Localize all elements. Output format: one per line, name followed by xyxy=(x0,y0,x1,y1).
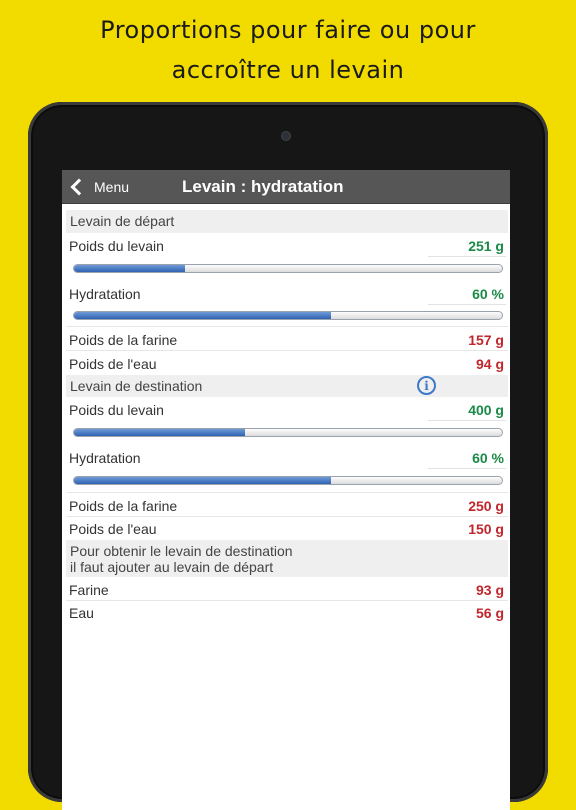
start-water-value: 94 g xyxy=(475,356,504,372)
camera-icon xyxy=(282,132,290,140)
target-hydration-value[interactable]: 60 % xyxy=(472,450,504,466)
add-header-line-1: Pour obtenir le levain de destination xyxy=(70,543,293,559)
start-flour-label: Poids de la farine xyxy=(69,332,178,348)
back-label: Menu xyxy=(94,178,130,195)
value-underline xyxy=(428,304,506,305)
value-underline xyxy=(428,468,506,469)
slider-fill xyxy=(74,429,246,436)
target-flour-value: 250 g xyxy=(468,498,504,514)
add-water-value: 56 g xyxy=(475,605,504,621)
divider xyxy=(66,492,508,493)
headline-line-2: accroître un levain xyxy=(171,56,405,84)
start-weight-slider[interactable] xyxy=(73,264,503,273)
target-flour-label: Poids de la farine xyxy=(69,498,178,514)
section-header-target: Levain de destination xyxy=(66,375,508,397)
start-water-label: Poids de l'eau xyxy=(69,356,157,372)
start-flour-value: 157 g xyxy=(468,332,504,348)
headline-line-1: Proportions pour faire ou pour xyxy=(100,16,476,44)
back-button[interactable]: Menu xyxy=(68,170,129,203)
tablet-frame: Menu Levain : hydratation Levain de dépa… xyxy=(28,102,548,810)
value-underline xyxy=(428,420,506,421)
page-title: Levain : hydratation xyxy=(182,177,344,196)
start-weight-value[interactable]: 251 g xyxy=(468,238,504,254)
add-flour-label: Farine xyxy=(69,582,109,598)
target-hydration-slider[interactable] xyxy=(73,476,503,485)
target-water-value: 150 g xyxy=(468,521,504,537)
chevron-left-icon xyxy=(70,178,88,195)
start-hydration-slider[interactable] xyxy=(73,311,503,320)
slider-fill xyxy=(74,477,331,484)
target-weight-label: Poids du levain xyxy=(69,402,164,418)
value-underline xyxy=(428,256,506,257)
add-flour-value: 93 g xyxy=(475,582,504,598)
start-weight-label: Poids du levain xyxy=(69,238,164,254)
start-hydration-label: Hydratation xyxy=(69,286,141,302)
target-weight-slider[interactable] xyxy=(73,428,503,437)
target-water-label: Poids de l'eau xyxy=(69,521,157,537)
navigation-bar: Menu Levain : hydratation xyxy=(62,170,510,204)
divider xyxy=(66,516,508,517)
add-water-label: Eau xyxy=(69,605,94,621)
slider-fill xyxy=(74,265,186,272)
add-header-line-2: il faut ajouter au levain de départ xyxy=(70,559,274,575)
divider xyxy=(66,350,508,351)
target-hydration-label: Hydratation xyxy=(69,450,141,466)
divider xyxy=(66,600,508,601)
app-screen: Menu Levain : hydratation Levain de dépa… xyxy=(62,170,510,810)
divider xyxy=(66,326,508,327)
start-hydration-value[interactable]: 60 % xyxy=(472,286,504,302)
section-header-start: Levain de départ xyxy=(66,210,508,233)
slider-fill xyxy=(74,312,331,319)
info-icon[interactable]: i xyxy=(417,376,436,395)
section-header-add: Pour obtenir le levain de destination il… xyxy=(66,540,508,577)
target-weight-value[interactable]: 400 g xyxy=(468,402,504,418)
